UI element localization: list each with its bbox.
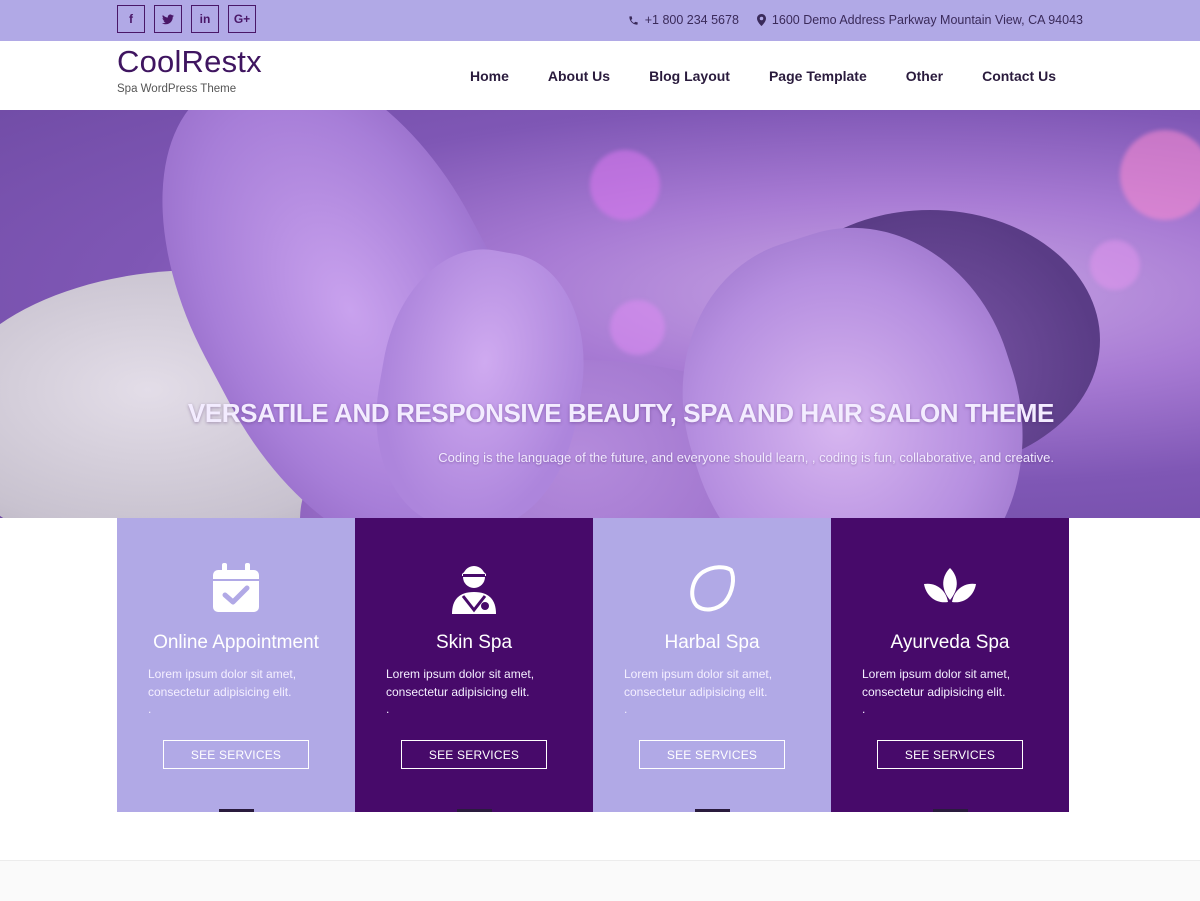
card-description: Lorem ipsum dolor sit amet, consectetur … [624, 667, 773, 699]
site-logo[interactable]: CoolRestx [117, 44, 262, 80]
address-text: 1600 Demo Address Parkway Mountain View,… [771, 13, 1083, 27]
menu-item-home[interactable]: Home [470, 68, 509, 84]
bokeh-light [1090, 240, 1140, 290]
lemon-icon [690, 565, 735, 612]
card-indicator [933, 809, 968, 812]
card-indicator [219, 809, 254, 812]
linkedin-icon[interactable]: in [191, 5, 219, 33]
card-text: Lorem ipsum dolor sit amet, consectetur … [862, 666, 1047, 719]
hero-subtitle: Coding is the language of the future, an… [438, 450, 1054, 465]
see-services-button[interactable]: SEE SERVICES [401, 740, 547, 769]
phone-number: +1 800 234 5678 [644, 13, 739, 27]
user-icon [452, 566, 496, 614]
top-bar: f in G+ +1 800 234 5678 1600 Demo Addres… [0, 0, 1200, 41]
calendar-check-icon [213, 563, 259, 612]
map-marker-icon [756, 14, 766, 26]
card-text: Lorem ipsum dolor sit amet, consectetur … [386, 666, 571, 719]
card-dot: . [386, 702, 390, 716]
see-services-button[interactable]: SEE SERVICES [877, 740, 1023, 769]
service-card: Ayurveda Spa Lorem ipsum dolor sit amet,… [831, 518, 1069, 812]
address-info: 1600 Demo Address Parkway Mountain View,… [756, 13, 1083, 27]
service-card: Harbal Spa Lorem ipsum dolor sit amet, c… [593, 518, 831, 812]
menu-item-blog-layout[interactable]: Blog Layout [649, 68, 730, 84]
header: CoolRestx Spa WordPress Theme Home About… [0, 41, 1200, 110]
menu-item-page-template[interactable]: Page Template [769, 68, 867, 84]
lotus-icon [924, 568, 976, 603]
googleplus-icon[interactable]: G+ [228, 5, 256, 33]
bokeh-light [1120, 130, 1200, 220]
phone-info: +1 800 234 5678 [628, 13, 739, 27]
service-card: Online Appointment Lorem ipsum dolor sit… [117, 518, 355, 812]
footer-strip [0, 860, 1200, 901]
bokeh-light [610, 300, 665, 355]
card-description: Lorem ipsum dolor sit amet, consectetur … [148, 667, 297, 699]
card-dot: . [862, 702, 866, 716]
facebook-icon[interactable]: f [117, 5, 145, 33]
card-description: Lorem ipsum dolor sit amet, consectetur … [862, 667, 1011, 699]
twitter-icon-glyph [162, 14, 174, 24]
card-text: Lorem ipsum dolor sit amet, consectetur … [624, 666, 809, 719]
menu-item-about-us[interactable]: About Us [548, 68, 610, 84]
site-tagline: Spa WordPress Theme [117, 83, 237, 95]
social-links: f in G+ [117, 5, 256, 33]
hero-banner: VERSATILE AND RESPONSIVE BEAUTY, SPA AND… [0, 110, 1200, 518]
menu-item-other[interactable]: Other [906, 68, 943, 84]
bokeh-light [590, 150, 660, 220]
main-menu: Home About Us Blog Layout Page Template … [470, 68, 1056, 84]
phone-icon [629, 15, 638, 25]
see-services-button[interactable]: SEE SERVICES [163, 740, 309, 769]
card-indicator [457, 809, 492, 812]
card-title: Online Appointment [153, 632, 319, 653]
card-indicator [695, 809, 730, 812]
hero-title: VERSATILE AND RESPONSIVE BEAUTY, SPA AND… [187, 398, 1055, 428]
card-dot: . [148, 702, 152, 716]
card-dot: . [624, 702, 628, 716]
menu-item-contact-us[interactable]: Contact Us [982, 68, 1056, 84]
card-description: Lorem ipsum dolor sit amet, consectetur … [386, 667, 535, 699]
card-text: Lorem ipsum dolor sit amet, consectetur … [148, 666, 333, 719]
contact-info: +1 800 234 5678 1600 Demo Address Parkwa… [628, 13, 1083, 27]
service-cards: Online Appointment Lorem ipsum dolor sit… [117, 518, 1069, 812]
see-services-button[interactable]: SEE SERVICES [639, 740, 785, 769]
twitter-icon[interactable] [154, 5, 182, 33]
card-title: Ayurveda Spa [890, 632, 1010, 653]
card-title: Skin Spa [435, 632, 513, 653]
service-card: Skin Spa Lorem ipsum dolor sit amet, con… [355, 518, 593, 812]
card-title: Harbal Spa [664, 632, 760, 653]
